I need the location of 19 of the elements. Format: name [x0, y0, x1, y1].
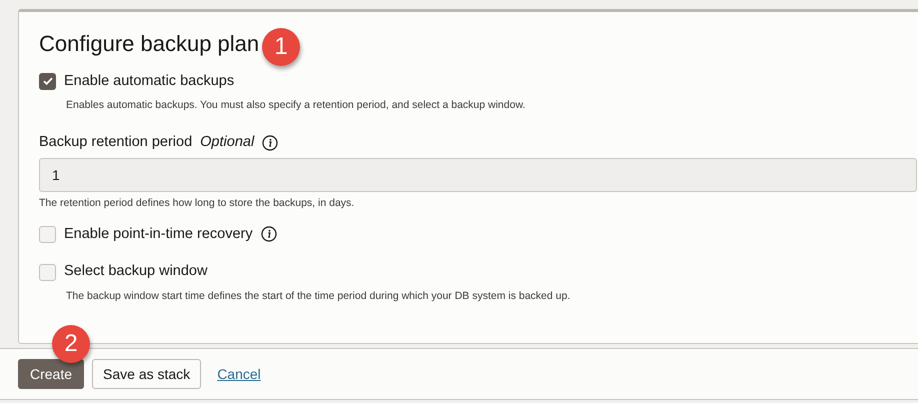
- cancel-link[interactable]: Cancel: [217, 364, 261, 384]
- info-icon[interactable]: [262, 134, 278, 151]
- checkbox[interactable]: [39, 226, 56, 243]
- checkbox-label: Select backup window: [64, 262, 208, 282]
- checkbox-label: Enable automatic backups: [64, 72, 234, 91]
- checkbox-label: Enable point-in-time recovery: [64, 224, 253, 244]
- checkbox[interactable]: [39, 264, 56, 281]
- save-button[interactable]: Save as stack: [92, 359, 202, 389]
- retention-input[interactable]: 1: [39, 158, 917, 192]
- checkbox[interactable]: [39, 72, 56, 90]
- create-button[interactable]: Create: [18, 359, 84, 389]
- optional-label: Optional: [200, 133, 254, 152]
- help-text: The retention period defines how long to store the backups, in days.: [39, 196, 356, 211]
- section-title: Configure backup plan: [39, 30, 260, 58]
- help-text: The backup window start time defines the start of the time period during which your DB system is backed up.: [66, 289, 572, 304]
- help-text: Enables automatic backups. You must also specify a retention period, and select a backup window.: [66, 98, 526, 114]
- field-label: Backup retention period: [39, 133, 192, 152]
- info-icon[interactable]: [260, 226, 277, 242]
- check-icon: [42, 75, 54, 88]
